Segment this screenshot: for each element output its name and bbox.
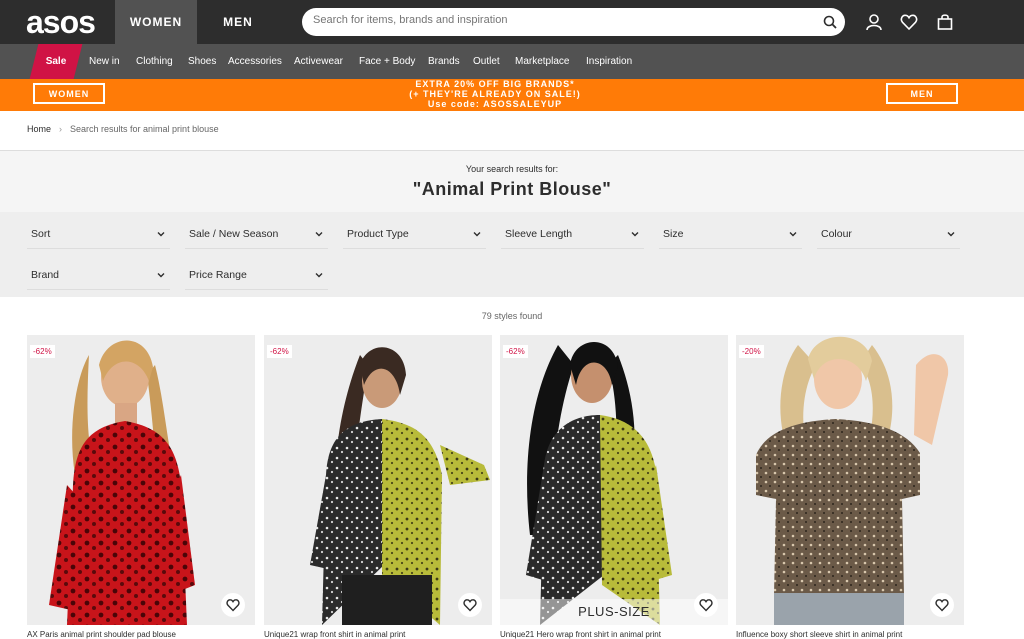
filter-sale-new-season[interactable]: Sale / New Season bbox=[185, 220, 328, 249]
product-image[interactable] bbox=[264, 335, 492, 625]
nav-item-new-in[interactable]: New in bbox=[89, 44, 120, 79]
heart-icon[interactable] bbox=[900, 13, 918, 31]
nav-item-activewear[interactable]: Activewear bbox=[294, 44, 343, 79]
filter-label: Price Range bbox=[189, 269, 247, 281]
product-title[interactable]: Unique21 Hero wrap front shirt in animal… bbox=[500, 630, 728, 639]
product-card[interactable]: -20% bbox=[736, 335, 964, 625]
nav-item-face-body[interactable]: Face + Body bbox=[359, 44, 415, 79]
nav-item-brands[interactable]: Brands bbox=[428, 44, 460, 79]
search-icon[interactable] bbox=[823, 15, 837, 29]
save-for-later-button[interactable] bbox=[458, 593, 482, 617]
discount-badge: -62% bbox=[267, 345, 292, 358]
filter-size[interactable]: Size bbox=[659, 220, 802, 249]
filter-bar: Sort Sale / New Season Product Type Slee… bbox=[0, 212, 1024, 297]
product-title[interactable]: Unique21 wrap front shirt in animal prin… bbox=[264, 630, 492, 639]
product-title[interactable]: AX Paris animal print shoulder pad blous… bbox=[27, 630, 255, 639]
filter-label: Colour bbox=[821, 228, 852, 240]
filter-product-type[interactable]: Product Type bbox=[343, 220, 486, 249]
nav-item-clothing[interactable]: Clothing bbox=[136, 44, 173, 79]
nav-item-accessories[interactable]: Accessories bbox=[228, 44, 282, 79]
search-input[interactable] bbox=[313, 14, 813, 26]
top-bar: asos WOMEN MEN bbox=[0, 0, 1024, 44]
heart-icon[interactable] bbox=[463, 598, 477, 612]
filter-price-range[interactable]: Price Range bbox=[185, 261, 328, 290]
save-for-later-button[interactable] bbox=[930, 593, 954, 617]
filter-label: Sleeve Length bbox=[505, 228, 573, 240]
category-nav: Sale New in Clothing Shoes Accessories A… bbox=[0, 44, 1024, 79]
filter-label: Sale / New Season bbox=[189, 228, 279, 240]
chevron-down-icon bbox=[315, 273, 323, 278]
breadcrumb-home[interactable]: Home bbox=[27, 124, 51, 134]
chevron-down-icon bbox=[157, 232, 165, 237]
product-image[interactable] bbox=[500, 335, 728, 625]
chevron-down-icon bbox=[947, 232, 955, 237]
promo-line-1: EXTRA 20% OFF BIG BRANDS* bbox=[415, 79, 575, 89]
discount-badge: -62% bbox=[30, 345, 55, 358]
results-intro: Your search results for: bbox=[465, 164, 559, 174]
filter-label: Brand bbox=[31, 269, 60, 281]
nav-item-marketplace[interactable]: Marketplace bbox=[515, 44, 569, 79]
filter-brand[interactable]: Brand bbox=[27, 261, 170, 290]
breadcrumb-separator: › bbox=[59, 124, 63, 134]
promo-line-3: Use code: ASOSSALEYUP bbox=[427, 99, 563, 109]
page-title: "Animal Print Blouse" bbox=[412, 179, 612, 199]
discount-badge: -20% bbox=[739, 345, 764, 358]
product-image[interactable] bbox=[736, 335, 964, 625]
nav-sale[interactable]: Sale bbox=[29, 44, 83, 79]
save-for-later-button[interactable] bbox=[694, 593, 718, 617]
heart-icon[interactable] bbox=[226, 598, 240, 612]
tab-men[interactable]: MEN bbox=[197, 0, 279, 44]
promo-line-2: (+ THEY'RE ALREADY ON SALE!) bbox=[409, 89, 581, 99]
nav-item-shoes[interactable]: Shoes bbox=[188, 44, 216, 79]
promo-banner[interactable]: WOMEN EXTRA 20% OFF BIG BRANDS* (+ THEY'… bbox=[0, 79, 1024, 111]
heart-icon[interactable] bbox=[935, 598, 949, 612]
bag-icon[interactable] bbox=[936, 13, 954, 31]
filter-label: Size bbox=[663, 228, 684, 240]
filter-label: Sort bbox=[31, 228, 51, 240]
product-card[interactable]: -62% PLUS-SIZE bbox=[500, 335, 728, 625]
search-bar[interactable] bbox=[302, 8, 845, 36]
promo-men-button[interactable]: MEN bbox=[886, 83, 958, 104]
promo-message: EXTRA 20% OFF BIG BRANDS* (+ THEY'RE ALR… bbox=[380, 79, 610, 109]
filter-sleeve-length[interactable]: Sleeve Length bbox=[501, 220, 644, 249]
filter-sort[interactable]: Sort bbox=[27, 220, 170, 249]
product-image[interactable] bbox=[27, 335, 255, 625]
results-header: Your search results for: "Animal Print B… bbox=[0, 150, 1024, 212]
chevron-down-icon bbox=[631, 232, 639, 237]
product-card[interactable]: -62% bbox=[264, 335, 492, 625]
filter-colour[interactable]: Colour bbox=[817, 220, 960, 249]
chevron-down-icon bbox=[789, 232, 797, 237]
tab-women[interactable]: WOMEN bbox=[115, 0, 197, 44]
heart-icon[interactable] bbox=[699, 598, 713, 612]
asos-logo[interactable]: asos bbox=[26, 4, 96, 41]
nav-item-outlet[interactable]: Outlet bbox=[473, 44, 500, 79]
filter-label: Product Type bbox=[347, 228, 409, 240]
product-card[interactable]: -62% bbox=[27, 335, 255, 625]
nav-item-inspiration[interactable]: Inspiration bbox=[586, 44, 632, 79]
account-icon[interactable] bbox=[865, 13, 883, 31]
chevron-down-icon bbox=[473, 232, 481, 237]
discount-badge: -62% bbox=[503, 345, 528, 358]
breadcrumb-current: Search results for animal print blouse bbox=[70, 124, 219, 134]
breadcrumb: Home › Search results for animal print blo… bbox=[27, 124, 219, 134]
product-title[interactable]: Influence boxy short sleeve shirt in ani… bbox=[736, 630, 964, 639]
chevron-down-icon bbox=[157, 273, 165, 278]
promo-women-button[interactable]: WOMEN bbox=[33, 83, 105, 104]
chevron-down-icon bbox=[315, 232, 323, 237]
results-count: 79 styles found bbox=[481, 311, 543, 321]
save-for-later-button[interactable] bbox=[221, 593, 245, 617]
